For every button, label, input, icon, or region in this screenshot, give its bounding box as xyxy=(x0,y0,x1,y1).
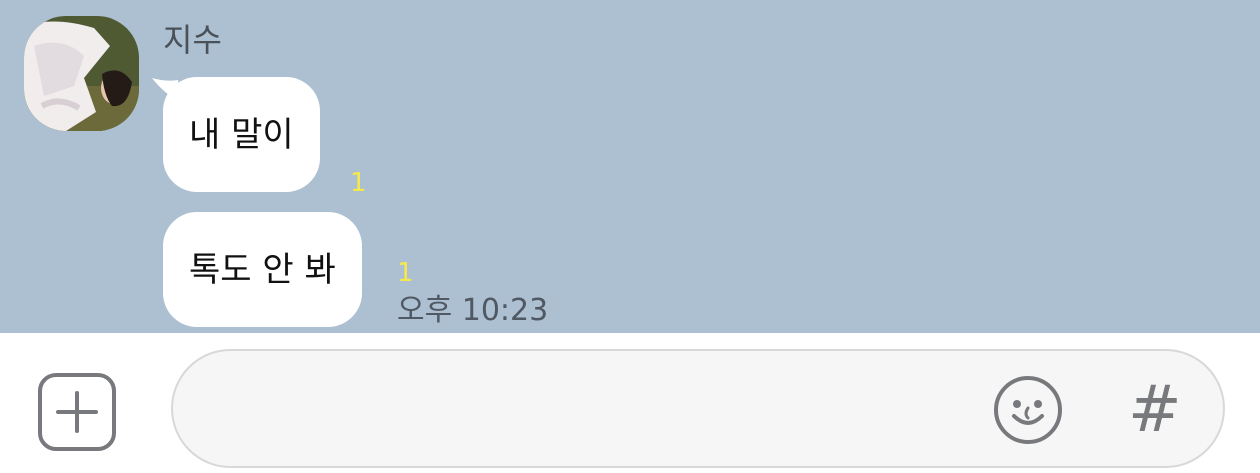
message-text: 톡도 안 봐 xyxy=(189,249,336,290)
add-attachment-button[interactable] xyxy=(38,373,116,451)
message-bubble[interactable]: 톡도 안 봐 xyxy=(163,212,362,327)
message-timestamp: 오후 10:23 xyxy=(397,293,549,328)
message-bubble[interactable]: 내 말이 xyxy=(163,77,320,192)
chat-area: 지수 내 말이 1 톡도 안 봐 1 오후 10:23 xyxy=(0,0,1260,333)
emoji-button[interactable] xyxy=(992,374,1064,446)
message-input[interactable] xyxy=(171,349,1225,468)
unread-count: 1 xyxy=(397,258,414,288)
avatar[interactable] xyxy=(24,16,139,131)
hashtag-search-button[interactable]: # xyxy=(1128,378,1182,442)
sender-name: 지수 xyxy=(163,21,222,59)
smiley-icon xyxy=(994,376,1062,444)
input-bar xyxy=(0,333,1260,473)
unread-count: 1 xyxy=(350,168,367,198)
plus-icon xyxy=(56,391,98,433)
message-text: 내 말이 xyxy=(189,114,294,155)
avatar-image xyxy=(24,16,139,131)
